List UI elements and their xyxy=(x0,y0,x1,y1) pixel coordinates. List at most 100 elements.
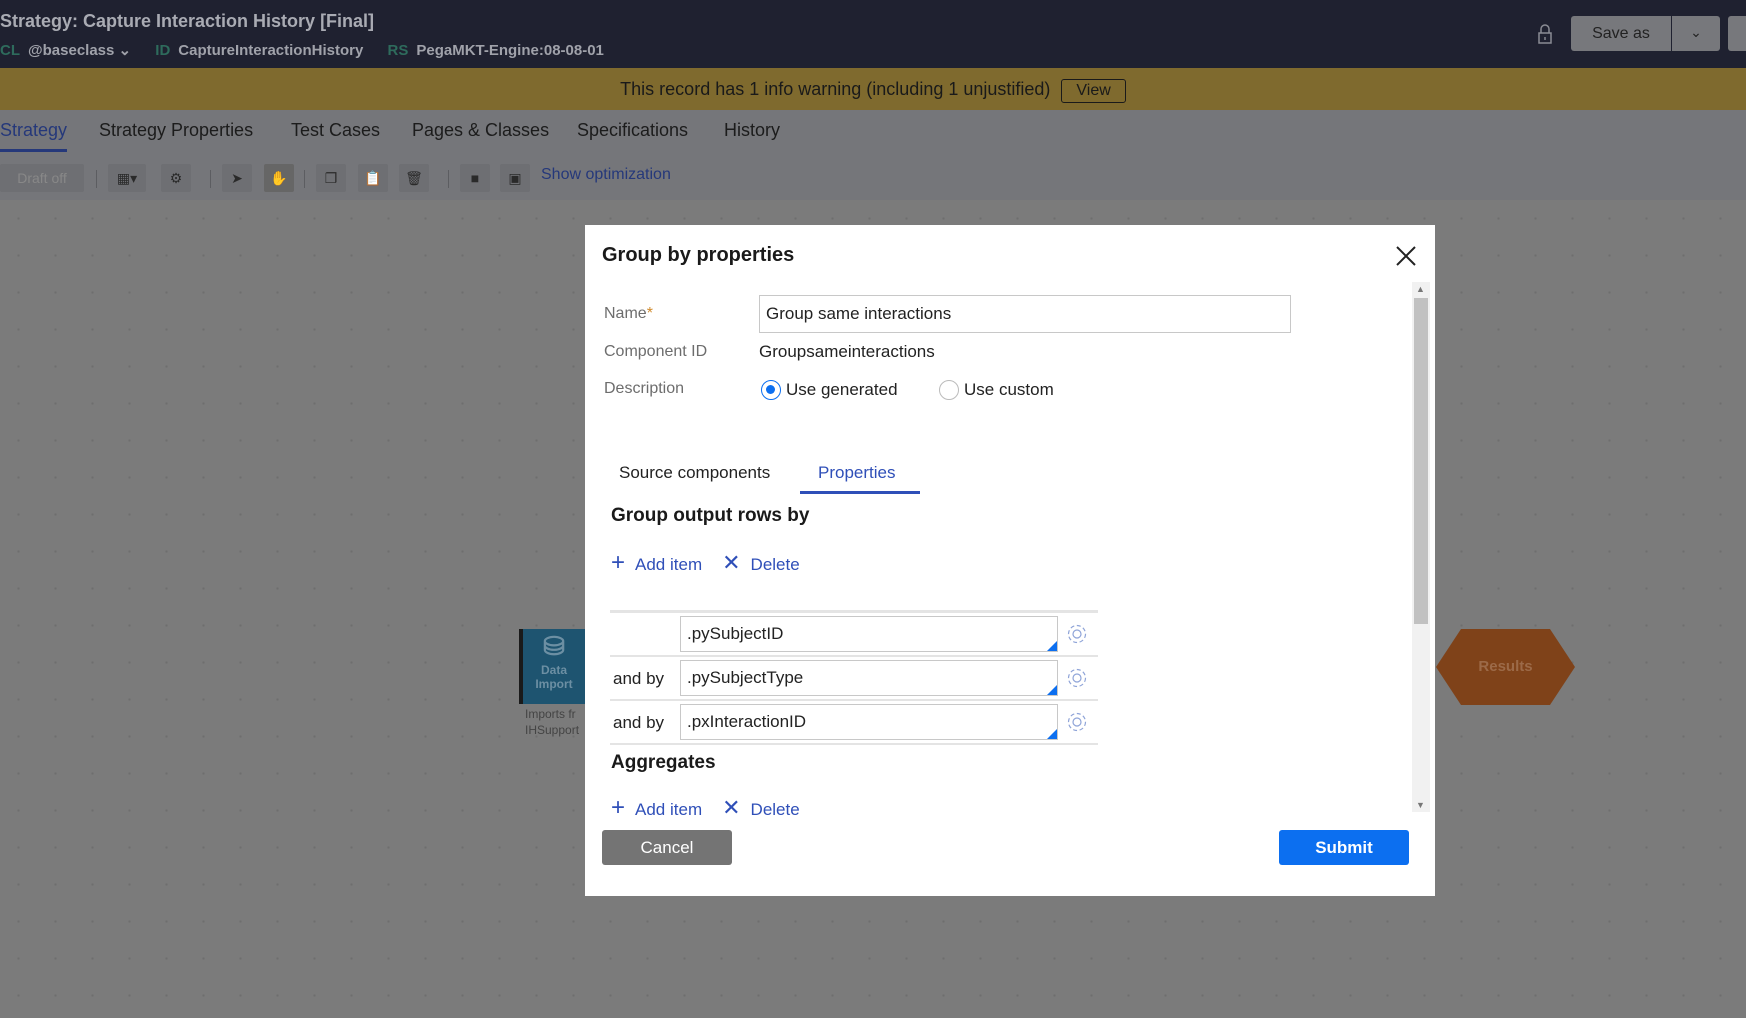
tab-strategy-properties[interactable]: Strategy Properties xyxy=(99,120,253,141)
pointer-icon: ➤ xyxy=(231,170,243,186)
node-label: Import xyxy=(535,677,573,691)
select-tool-button[interactable]: ➤ xyxy=(222,164,252,192)
scrollbar-thumb[interactable] xyxy=(1414,298,1428,624)
submit-button[interactable]: Submit xyxy=(1279,830,1409,865)
delete-label: Delete xyxy=(750,800,800,819)
meta-key-rs: RS xyxy=(387,42,409,59)
show-optimization-link[interactable]: Show optimization xyxy=(541,166,671,184)
copy-icon: ❐ xyxy=(324,170,338,186)
header-action-button[interactable] xyxy=(1728,16,1746,51)
close-icon[interactable] xyxy=(1395,245,1417,267)
tab-properties[interactable]: Properties xyxy=(818,463,895,483)
plus-icon: + xyxy=(611,549,626,576)
divider xyxy=(96,170,97,188)
gear-icon: ⚙ xyxy=(169,170,183,186)
fit-icon: ▣ xyxy=(508,170,522,186)
property-input[interactable]: .pxInteractionID xyxy=(680,704,1058,740)
component-id-value: Groupsameinteractions xyxy=(759,342,935,361)
meta-key-id: ID xyxy=(155,42,171,59)
radio-selected-icon xyxy=(761,380,781,400)
add-item-button[interactable]: + Add item xyxy=(611,549,702,577)
row-prefix: and by xyxy=(613,713,665,732)
group-by-table: .pySubjectID and by .pySubjectType and b… xyxy=(610,610,1098,745)
required-marker: * xyxy=(646,305,653,322)
meta-value-id: CaptureInteractionHistory xyxy=(178,42,364,59)
label-text: Name xyxy=(604,305,647,322)
tab-strategy[interactable]: Strategy xyxy=(0,120,68,152)
radio-label: Use generated xyxy=(786,380,898,399)
name-input[interactable] xyxy=(759,295,1291,333)
component-id-label: Component ID xyxy=(604,343,708,360)
meta-key-cl: CL xyxy=(0,42,20,59)
paste-button[interactable]: 📋 xyxy=(358,164,388,192)
delete-button[interactable]: 🗑 xyxy=(399,164,429,192)
dialog-scrollbar[interactable]: ▲ ▼ xyxy=(1412,282,1430,812)
pan-tool-button[interactable]: ✋ xyxy=(264,164,294,192)
trash-icon: 🗑 xyxy=(405,170,423,186)
gear-icon[interactable] xyxy=(1065,622,1089,646)
record-tabs: Strategy Strategy Properties Test Cases … xyxy=(0,110,1746,156)
scroll-up-icon[interactable]: ▲ xyxy=(1416,284,1425,294)
dialog-title: Group by properties xyxy=(602,244,795,266)
gear-icon[interactable] xyxy=(1065,710,1089,734)
class-selector[interactable]: @baseclass ⌄ xyxy=(28,42,131,59)
delete-label: Delete xyxy=(750,555,800,574)
scroll-down-icon[interactable]: ▼ xyxy=(1416,800,1425,810)
delete-button[interactable]: ✕ Delete xyxy=(722,795,800,821)
name-label: Name* xyxy=(604,305,653,323)
property-input[interactable]: .pySubjectID xyxy=(680,616,1058,652)
group-output-heading: Group output rows by xyxy=(611,505,810,526)
cancel-button[interactable]: Cancel xyxy=(602,830,732,865)
add-shape-button[interactable]: ▦▾ xyxy=(108,164,146,192)
tab-specifications[interactable]: Specifications xyxy=(577,120,688,141)
save-as-dropdown[interactable]: ⌄ xyxy=(1672,16,1720,51)
fit-button[interactable]: ▣ xyxy=(500,164,530,192)
radio-use-generated[interactable]: Use generated xyxy=(761,380,898,400)
align-icon: ■ xyxy=(470,170,480,186)
tab-history[interactable]: History xyxy=(724,120,780,141)
warning-text: This record has 1 info warning (includin… xyxy=(620,79,1051,99)
lock-icon xyxy=(1538,24,1552,44)
radio-unselected-icon xyxy=(939,380,959,400)
delete-button[interactable]: ✕ Delete xyxy=(722,550,800,576)
meta-value-cl: @baseclass xyxy=(28,42,115,59)
paste-icon: 📋 xyxy=(364,170,382,186)
canvas-toolbar: Draft off ▦▾ ⚙ ➤ ✋ ❐ 📋 🗑 ■ ▣ Show optimi… xyxy=(0,156,1746,200)
tab-source-components[interactable]: Source components xyxy=(619,463,770,483)
add-item-label: Add item xyxy=(635,800,703,819)
description-label: Description xyxy=(604,380,685,397)
meta-value-rs: PegaMKT-Engine:08-08-01 xyxy=(416,42,604,59)
align-button[interactable]: ■ xyxy=(460,164,490,192)
table-row: and by .pxInteractionID xyxy=(610,701,1098,745)
draft-toggle-button[interactable]: Draft off xyxy=(0,164,84,192)
divider xyxy=(448,170,449,188)
data-import-note: Imports fr IHSupport xyxy=(525,706,585,738)
chevron-down-icon: ⌄ xyxy=(118,42,132,59)
record-header: Strategy: Capture Interaction History [F… xyxy=(0,0,1746,68)
radio-label: Use custom xyxy=(964,380,1054,399)
note-line: IHSupport xyxy=(525,723,580,737)
copy-button[interactable]: ❐ xyxy=(316,164,346,192)
aggregate-actions: + Add item ✕ Delete xyxy=(611,794,800,822)
results-node[interactable]: Results xyxy=(1436,629,1575,705)
view-warnings-button[interactable]: View xyxy=(1061,79,1126,103)
hand-icon: ✋ xyxy=(270,170,288,186)
note-line: Imports fr xyxy=(525,707,576,721)
add-item-label: Add item xyxy=(635,555,703,574)
tab-pages-classes[interactable]: Pages & Classes xyxy=(412,120,549,141)
divider xyxy=(210,170,211,188)
record-meta: CL @baseclass ⌄ ID CaptureInteractionHisto… xyxy=(0,41,624,59)
record-title: Strategy: Capture Interaction History [F… xyxy=(0,11,375,31)
settings-button[interactable]: ⚙ xyxy=(161,164,191,192)
radio-use-custom[interactable]: Use custom xyxy=(939,380,1054,400)
gear-icon[interactable] xyxy=(1065,666,1089,690)
close-icon: ✕ xyxy=(722,550,741,575)
add-item-button[interactable]: + Add item xyxy=(611,794,702,822)
data-import-node[interactable]: ⛁ Data Import xyxy=(519,629,585,704)
active-tab-indicator xyxy=(800,491,920,494)
plus-icon: ▦▾ xyxy=(116,170,138,186)
property-input[interactable]: .pySubjectType xyxy=(680,660,1058,696)
plus-icon: + xyxy=(611,794,626,821)
tab-test-cases[interactable]: Test Cases xyxy=(291,120,380,141)
save-as-button[interactable]: Save as xyxy=(1571,16,1671,51)
